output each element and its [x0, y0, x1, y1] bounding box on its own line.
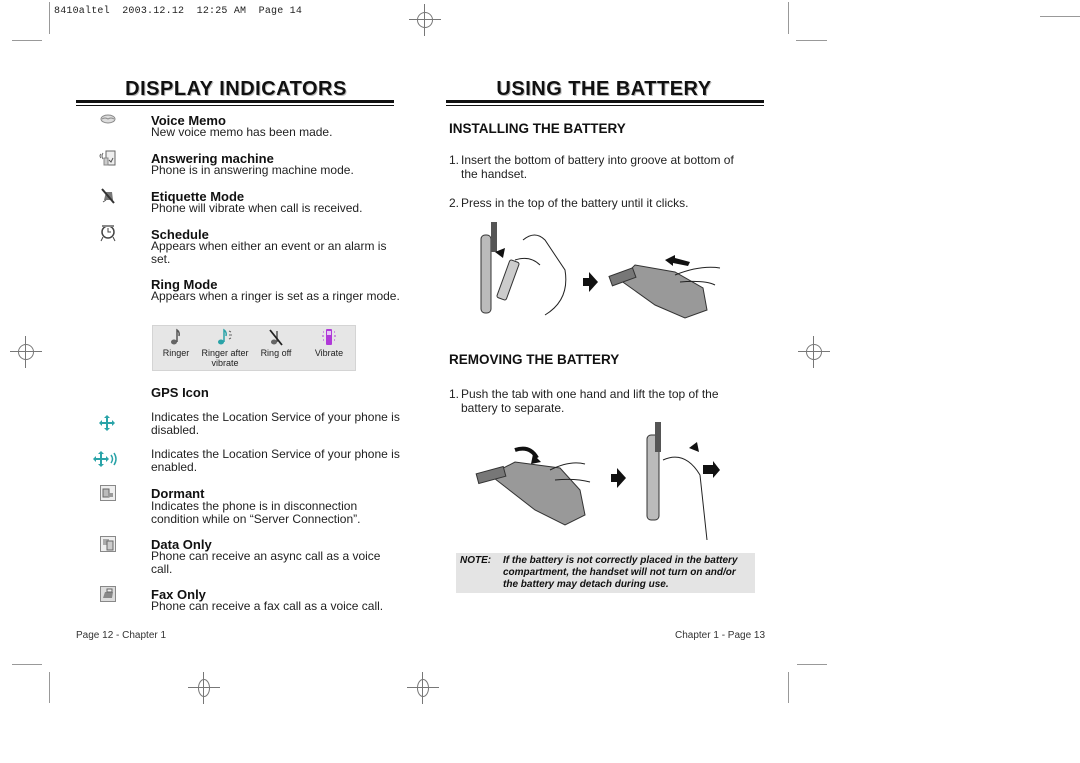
gps-disabled-icon	[97, 414, 117, 432]
ring-off-icon	[269, 328, 283, 348]
step-number: 2.	[449, 196, 460, 210]
registration-mark	[188, 672, 220, 704]
ring-mode-ring-off: Ring off	[257, 328, 295, 358]
page-title-using-the-battery: USING THE BATTERY	[496, 78, 712, 100]
step-text: Push the tab with one hand and lift the …	[461, 387, 719, 401]
indicator-desc: New voice memo has been made.	[151, 125, 333, 139]
note-label: NOTE:	[460, 555, 492, 566]
step-number: 1.	[449, 387, 460, 401]
note-box: NOTE: If the battery is not correctly pl…	[456, 553, 755, 593]
crop-mark	[49, 2, 50, 34]
note-text: If the battery is not correctly placed i…	[503, 555, 738, 590]
gps-enabled-desc: Indicates the Location Service of your p…	[151, 447, 400, 474]
ring-mode-ringer: Ringer	[157, 328, 195, 358]
page-title-display-indicators: DISPLAY INDICATORS	[125, 78, 347, 100]
crop-mark	[12, 664, 42, 665]
step-text-cont: battery to separate.	[461, 401, 565, 415]
print-slug: 8410altel 2003.12.12 12:25 AM Page 14	[54, 6, 303, 17]
alarm-clock-icon	[98, 224, 118, 242]
etiquette-mode-icon	[98, 187, 118, 205]
gps-enabled-icon	[93, 450, 121, 468]
crop-mark	[788, 672, 789, 703]
crop-mark	[788, 2, 789, 34]
ring-mode-label: Ring off	[260, 348, 292, 358]
registration-mark	[407, 672, 439, 704]
crop-mark	[12, 40, 42, 41]
crop-mark	[796, 40, 827, 41]
crop-mark	[49, 672, 50, 703]
page-footer-left: Page 12 - Chapter 1	[76, 630, 167, 641]
indicator-desc: Appears when either an event or an alarm…	[151, 239, 387, 266]
indicator-desc: Appears when a ringer is set as a ringer…	[151, 289, 400, 303]
indicator-desc: Indicates the phone is in disconnection …	[151, 499, 361, 526]
indicator-desc: Phone is in answering machine mode.	[151, 163, 354, 177]
dormant-icon	[98, 484, 118, 502]
installing-heading: INSTALLING THE BATTERY	[449, 121, 626, 136]
ring-mode-label: Vibrate	[314, 348, 344, 358]
ring-mode-panel: Ringer Ringer after vibrate Ring off Vib…	[152, 325, 356, 371]
fax-only-icon	[98, 585, 118, 603]
ringer-icon	[170, 328, 182, 348]
title-rule	[76, 100, 394, 106]
step-text-cont: the handset.	[461, 167, 528, 181]
answering-machine-icon	[98, 149, 118, 167]
voice-memo-icon	[98, 110, 118, 128]
vibrate-icon	[321, 328, 337, 348]
title-rule	[446, 100, 764, 106]
removing-step: 1. Push the tab with one hand and lift th…	[449, 387, 759, 415]
installing-step: 1. Insert the bottom of battery into groo…	[449, 153, 759, 181]
ring-mode-vibrate: Vibrate	[307, 328, 351, 358]
ring-mode-label: Ringer after vibrate	[201, 348, 249, 368]
ring-mode-label: Ringer	[162, 348, 190, 358]
installing-battery-illustration	[480, 222, 721, 319]
indicator-desc: Phone will vibrate when call is received…	[151, 201, 363, 215]
registration-mark	[10, 336, 42, 368]
installing-step: 2. Press in the top of the battery until …	[449, 196, 759, 210]
step-text: Insert the bottom of battery into groove…	[461, 153, 734, 167]
gps-disabled-desc: Indicates the Location Service of your p…	[151, 410, 400, 437]
page-footer-right: Chapter 1 - Page 13	[675, 630, 766, 641]
crop-mark	[1040, 16, 1080, 17]
removing-battery-illustration	[475, 422, 720, 541]
step-number: 1.	[449, 153, 460, 167]
step-text: Press in the top of the battery until it…	[461, 196, 689, 210]
ringer-after-vibrate-icon	[216, 328, 234, 348]
registration-mark	[409, 4, 441, 36]
removing-heading: REMOVING THE BATTERY	[449, 352, 620, 367]
indicator-desc: Phone can receive a fax call as a voice …	[151, 599, 384, 613]
indicator-desc: Phone can receive an async call as a voi…	[151, 549, 381, 576]
ring-mode-ringer-after-vibrate: Ringer after vibrate	[199, 328, 251, 368]
crop-mark	[797, 664, 827, 665]
data-only-icon	[98, 535, 118, 553]
registration-mark	[798, 336, 830, 368]
gps-title: GPS Icon	[151, 385, 209, 400]
